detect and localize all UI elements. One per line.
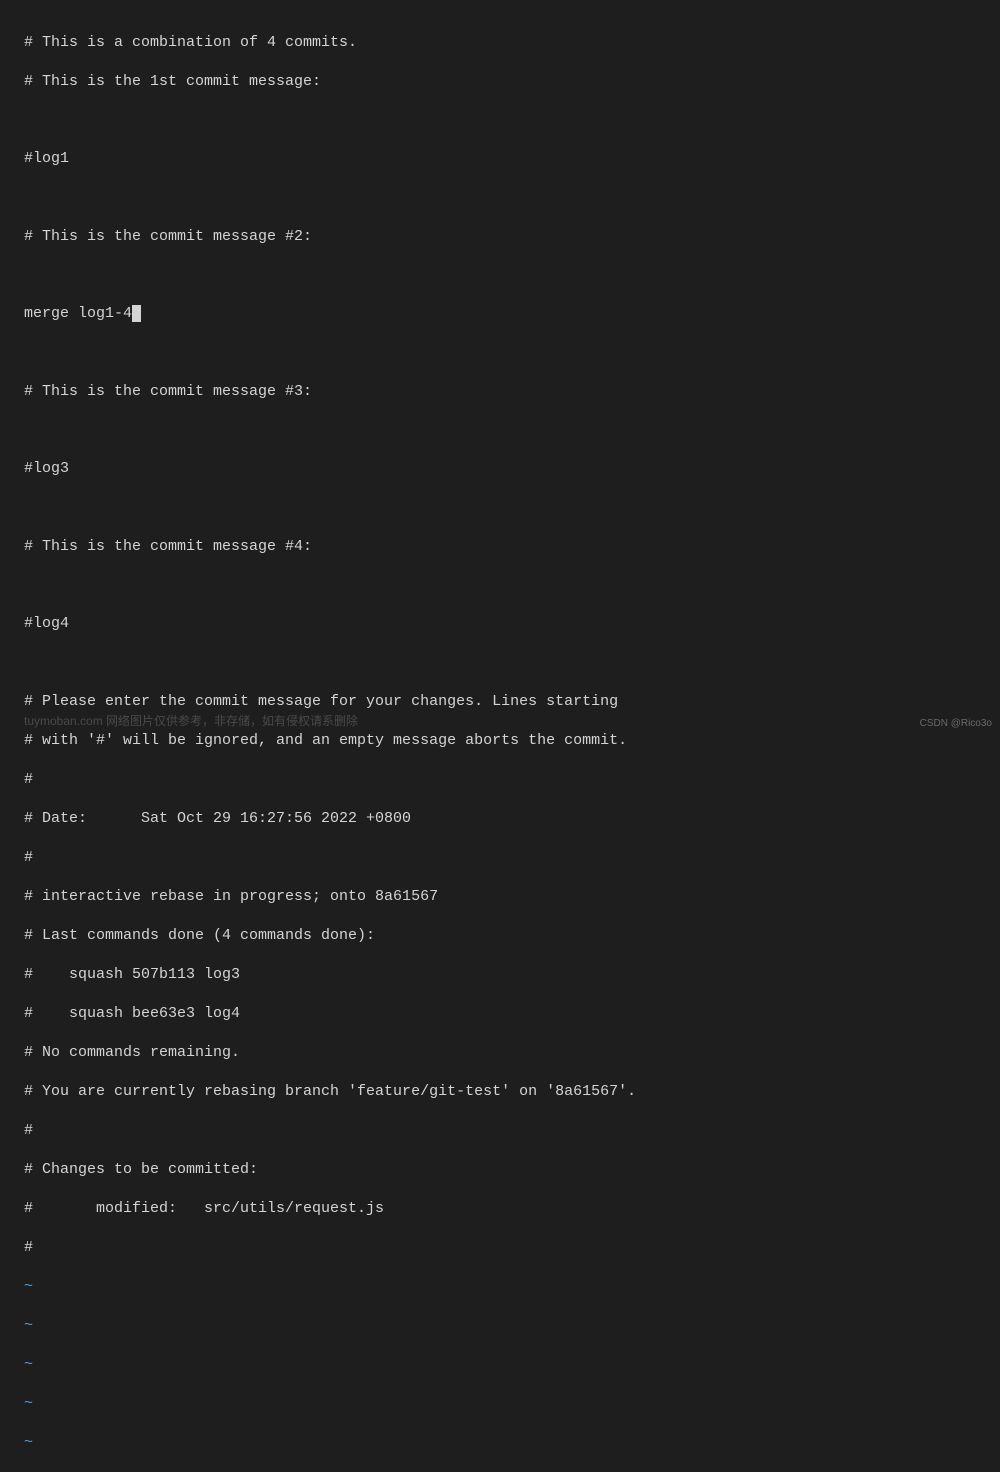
commit-message-line: merge log1-4	[24, 304, 976, 324]
commit-message-line: # with '#' will be ignored, and an empty…	[24, 731, 976, 751]
commit-message-line: # This is a combination of 4 commits.	[24, 33, 976, 53]
commit-message-line: #log3	[24, 459, 976, 479]
commit-message-line: # modified: src/utils/request.js	[24, 1199, 976, 1219]
commit-message-line: # No commands remaining.	[24, 1043, 976, 1063]
vim-tilde-line: ~	[24, 1316, 976, 1336]
cursor-line-text: merge log1-4	[24, 305, 132, 322]
vim-tilde-line: ~	[24, 1394, 976, 1414]
commit-message-line	[24, 421, 976, 440]
vim-editor[interactable]: # This is a combination of 4 commits. # …	[0, 0, 1000, 1472]
commit-message-line: #log1	[24, 149, 976, 169]
vim-tilde-line: ~	[24, 1277, 976, 1297]
vim-tilde-line: ~	[24, 1433, 976, 1453]
cursor	[132, 305, 141, 322]
commit-message-line: # Please enter the commit message for yo…	[24, 692, 976, 712]
watermark-text-left: tuymoban.com 网络图片仅供参考，非存储，如有侵权请系删除	[24, 714, 358, 730]
commit-message-line: #	[24, 848, 976, 868]
commit-message-line	[24, 653, 976, 672]
commit-message-line: #	[24, 770, 976, 790]
commit-message-line: # interactive rebase in progress; onto 8…	[24, 887, 976, 907]
commit-message-line: # squash 507b113 log3	[24, 965, 976, 985]
commit-message-line	[24, 498, 976, 517]
vim-tilde-line: ~	[24, 1355, 976, 1375]
commit-message-line: #	[24, 1238, 976, 1258]
commit-message-line: # This is the commit message #3:	[24, 382, 976, 402]
commit-message-line: # Date: Sat Oct 29 16:27:56 2022 +0800	[24, 809, 976, 829]
commit-message-line	[24, 266, 976, 285]
commit-message-line: # This is the 1st commit message:	[24, 72, 976, 92]
commit-message-line: # You are currently rebasing branch 'fea…	[24, 1082, 976, 1102]
commit-message-line	[24, 111, 976, 130]
commit-message-line: # This is the commit message #4:	[24, 537, 976, 557]
commit-message-line: # This is the commit message #2:	[24, 227, 976, 247]
commit-message-line	[24, 343, 976, 362]
commit-message-line: #	[24, 1121, 976, 1141]
commit-message-line: # squash bee63e3 log4	[24, 1004, 976, 1024]
watermark-text-right: CSDN @Rico3o	[920, 717, 992, 730]
commit-message-line: # Last commands done (4 commands done):	[24, 926, 976, 946]
commit-message-line	[24, 188, 976, 207]
commit-message-line: # Changes to be committed:	[24, 1160, 976, 1180]
commit-message-line	[24, 576, 976, 595]
commit-message-line: #log4	[24, 614, 976, 634]
